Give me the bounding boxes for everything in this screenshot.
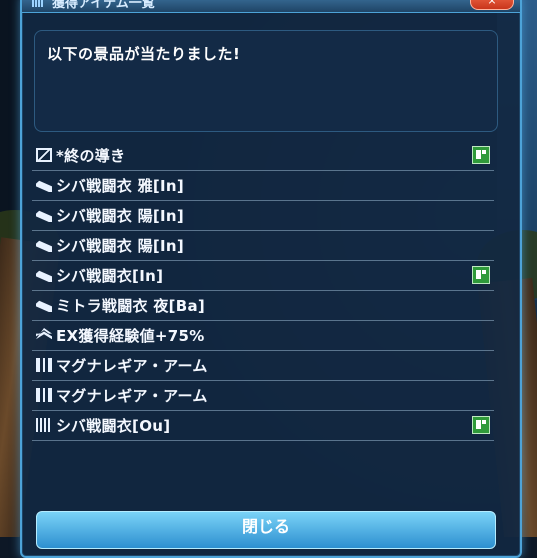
ex-icon (36, 328, 52, 340)
box-icon (36, 148, 52, 162)
unit-icon (36, 358, 52, 372)
list-icon (32, 0, 44, 7)
item-label: マグナレギア・アーム (56, 387, 208, 405)
item-label: マグナレギア・アーム (56, 357, 208, 375)
flag-icon (472, 146, 490, 164)
weapon-icon (36, 210, 52, 222)
costume-icon (36, 418, 52, 432)
weapon-icon (36, 270, 52, 282)
list-item[interactable]: ミトラ戦闘衣 夜[Ba] (32, 291, 494, 321)
list-item[interactable]: *終の導き (32, 141, 494, 171)
flag-icon (472, 266, 490, 284)
item-label: ミトラ戦闘衣 夜[Ba] (56, 297, 206, 315)
item-label: シバ戦闘衣 雅[In] (56, 177, 185, 195)
list-item[interactable]: シバ戦闘衣 雅[In] (32, 171, 494, 201)
close-button[interactable]: 閉じる (36, 511, 496, 549)
item-label: シバ戦闘衣[Ou] (56, 417, 171, 435)
item-label: EX獲得経験値+75% (56, 327, 205, 345)
list-item[interactable]: マグナレギア・アーム (32, 351, 494, 381)
flag-icon (472, 416, 490, 434)
weapon-icon (36, 240, 52, 252)
list-item[interactable]: EX獲得経験値+75% (32, 321, 494, 351)
item-label: シバ戦闘衣[In] (56, 267, 164, 285)
item-label: *終の導き (56, 147, 126, 165)
list-item[interactable]: シバ戦闘衣[Ou] (32, 411, 494, 441)
message-box: 以下の景品が当たりました! (34, 30, 498, 132)
close-x-button[interactable]: × (470, 0, 514, 10)
window-title: 獲得アイテム一覧 (52, 0, 155, 11)
weapon-icon (36, 300, 52, 312)
item-label: シバ戦闘衣 陽[In] (56, 237, 185, 255)
list-item[interactable]: シバ戦闘衣 陽[In] (32, 201, 494, 231)
list-item[interactable]: シバ戦闘衣[In] (32, 261, 494, 291)
reward-list-window: 獲得アイテム一覧 × 以下の景品が当たりました! *終の導き シバ戦闘衣 雅[I… (20, 0, 522, 558)
weapon-icon (36, 180, 52, 192)
list-item[interactable]: シバ戦闘衣 陽[In] (32, 231, 494, 261)
message-text: 以下の景品が当たりました! (47, 45, 241, 63)
reward-item-list: *終の導き シバ戦闘衣 雅[In] シバ戦闘衣 陽[In] シバ戦闘衣 陽[In… (32, 141, 494, 441)
unit-icon (36, 388, 52, 402)
list-item[interactable]: マグナレギア・アーム (32, 381, 494, 411)
window-titlebar: 獲得アイテム一覧 × (22, 0, 520, 13)
item-label: シバ戦闘衣 陽[In] (56, 207, 185, 225)
